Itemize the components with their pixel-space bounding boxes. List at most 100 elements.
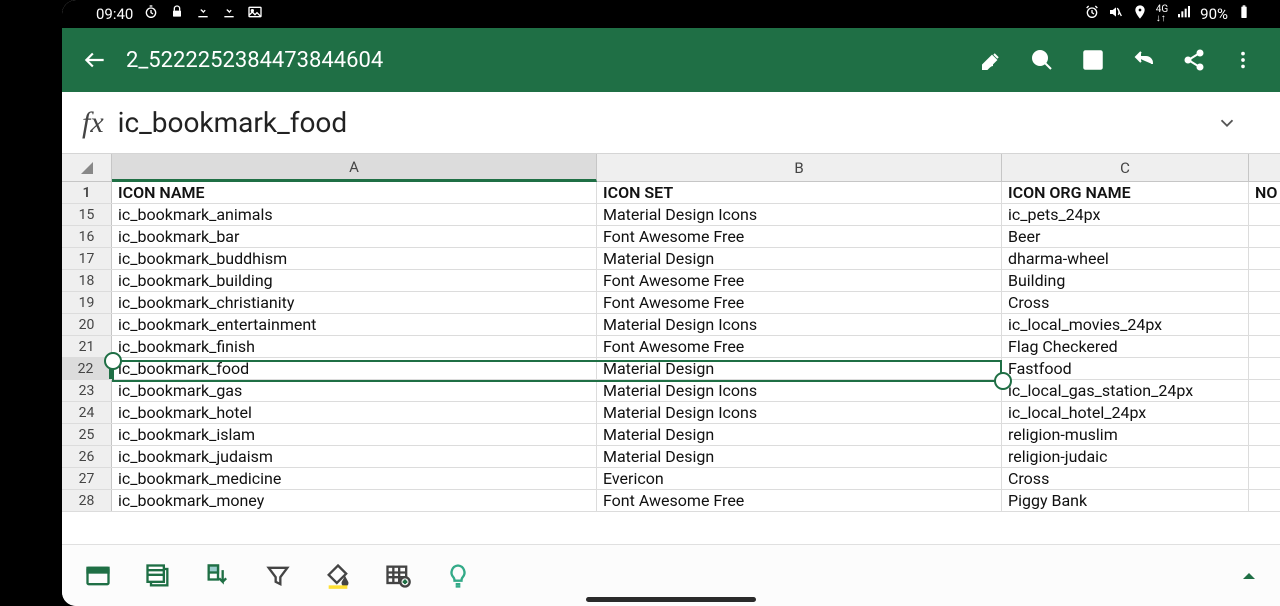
row-num[interactable]: 20 [62, 314, 112, 335]
row-num[interactable]: 28 [62, 490, 112, 511]
table-row[interactable]: 27ic_bookmark_medicineEvericonCross [62, 468, 1280, 490]
table-row[interactable]: 19ic_bookmark_christianityFont Awesome F… [62, 292, 1280, 314]
cell[interactable]: ic_bookmark_christianity [112, 292, 597, 313]
draw-button[interactable] [980, 48, 1004, 72]
home-indicator[interactable] [586, 597, 756, 602]
row-num[interactable]: 24 [62, 402, 112, 423]
table-row[interactable]: 26ic_bookmark_judaismMaterial Designreli… [62, 446, 1280, 468]
save-button[interactable] [1080, 47, 1106, 73]
spreadsheet-grid[interactable]: A B C 1 ICON NAME ICON SET ICON ORG NAME… [62, 154, 1280, 544]
cell[interactable] [1249, 380, 1280, 401]
row-num[interactable]: 17 [62, 248, 112, 269]
more-button[interactable] [1232, 49, 1254, 71]
table-row[interactable]: 17ic_bookmark_buddhismMaterial Designdha… [62, 248, 1280, 270]
formula-value[interactable]: ic_bookmark_food [118, 106, 1216, 139]
selection-handle-bottom-right[interactable] [994, 372, 1012, 390]
table-row[interactable]: 24ic_bookmark_hotelMaterial Design Icons… [62, 402, 1280, 424]
table-row[interactable]: 25ic_bookmark_islamMaterial Designreligi… [62, 424, 1280, 446]
cell[interactable] [1249, 446, 1280, 467]
header-cell[interactable]: ICON ORG NAME [1002, 182, 1249, 203]
cell[interactable] [1249, 292, 1280, 313]
cell[interactable]: Font Awesome Free [597, 270, 1002, 291]
cell[interactable] [1249, 358, 1280, 379]
row-num[interactable]: 27 [62, 468, 112, 489]
col-header-b[interactable]: B [597, 154, 1002, 181]
cell[interactable]: ic_bookmark_food [112, 358, 597, 379]
cell[interactable]: Evericon [597, 468, 1002, 489]
col-header-c[interactable]: C [1002, 154, 1249, 181]
fx-label[interactable]: fx [74, 106, 118, 140]
insert-table-button[interactable] [384, 562, 412, 590]
cell[interactable]: ic_bookmark_entertainment [112, 314, 597, 335]
undo-button[interactable] [1132, 48, 1156, 72]
sort-button[interactable] [204, 562, 232, 590]
cell[interactable] [1249, 314, 1280, 335]
cell[interactable]: Building [1002, 270, 1249, 291]
table-row[interactable]: 18ic_bookmark_buildingFont Awesome FreeB… [62, 270, 1280, 292]
header-cell[interactable]: ICON SET [597, 182, 1002, 203]
cell[interactable]: Material Design [597, 358, 1002, 379]
cell[interactable] [1249, 226, 1280, 247]
ideas-button[interactable] [444, 562, 472, 590]
cell[interactable]: Fastfood [1002, 358, 1249, 379]
cell[interactable]: ic_bookmark_animals [112, 204, 597, 225]
back-button[interactable] [82, 47, 108, 73]
cell[interactable]: ic_pets_24px [1002, 204, 1249, 225]
cell[interactable] [1249, 248, 1280, 269]
table-row[interactable]: 20ic_bookmark_entertainmentMaterial Desi… [62, 314, 1280, 336]
cell[interactable]: Material Design [597, 424, 1002, 445]
cell[interactable]: Font Awesome Free [597, 292, 1002, 313]
cell[interactable]: dharma-wheel [1002, 248, 1249, 269]
cell[interactable]: Font Awesome Free [597, 336, 1002, 357]
sheet-view-button[interactable] [84, 562, 112, 590]
cell[interactable]: ic_local_movies_24px [1002, 314, 1249, 335]
cell[interactable]: ic_local_gas_station_24px [1002, 380, 1249, 401]
table-row[interactable]: 15ic_bookmark_animalsMaterial Design Ico… [62, 204, 1280, 226]
cell[interactable]: ic_bookmark_finish [112, 336, 597, 357]
cell[interactable]: Flag Checkered [1002, 336, 1249, 357]
cell[interactable]: ic_bookmark_judaism [112, 446, 597, 467]
document-title[interactable]: 2_5222252384473844604 [126, 48, 962, 73]
row-num[interactable]: 15 [62, 204, 112, 225]
row-num[interactable]: 25 [62, 424, 112, 445]
fill-color-button[interactable] [324, 562, 352, 590]
cell[interactable]: Material Design Icons [597, 204, 1002, 225]
row-num[interactable]: 19 [62, 292, 112, 313]
card-view-button[interactable] [144, 562, 172, 590]
expand-formula-button[interactable] [1216, 112, 1268, 134]
cell[interactable]: religion-judaic [1002, 446, 1249, 467]
cell[interactable]: Material Design Icons [597, 314, 1002, 335]
row-num[interactable]: 21 [62, 336, 112, 357]
cell[interactable]: ic_bookmark_building [112, 270, 597, 291]
select-all-corner[interactable] [62, 154, 112, 181]
row-num[interactable]: 23 [62, 380, 112, 401]
cell[interactable] [1249, 204, 1280, 225]
cell[interactable]: ic_bookmark_gas [112, 380, 597, 401]
header-cell[interactable]: NO [1249, 182, 1280, 203]
table-header-row[interactable]: 1 ICON NAME ICON SET ICON ORG NAME NO [62, 182, 1280, 204]
header-cell[interactable]: ICON NAME [112, 182, 597, 203]
share-button[interactable] [1182, 48, 1206, 72]
cell[interactable]: ic_bookmark_islam [112, 424, 597, 445]
cell[interactable]: ic_bookmark_hotel [112, 402, 597, 423]
table-row[interactable]: 23ic_bookmark_gasMaterial Design Iconsic… [62, 380, 1280, 402]
table-row[interactable]: 28ic_bookmark_moneyFont Awesome FreePigg… [62, 490, 1280, 512]
cell[interactable] [1249, 270, 1280, 291]
cell[interactable]: religion-muslim [1002, 424, 1249, 445]
cell[interactable] [1249, 336, 1280, 357]
cell[interactable]: Cross [1002, 292, 1249, 313]
cell[interactable]: Material Design Icons [597, 402, 1002, 423]
row-num[interactable]: 18 [62, 270, 112, 291]
cell[interactable]: ic_bookmark_buddhism [112, 248, 597, 269]
cell[interactable]: Material Design [597, 446, 1002, 467]
cell[interactable]: Font Awesome Free [597, 226, 1002, 247]
cell[interactable]: ic_bookmark_medicine [112, 468, 597, 489]
collapse-toolbar-button[interactable] [1240, 567, 1258, 585]
row-num[interactable]: 26 [62, 446, 112, 467]
cell[interactable] [1249, 424, 1280, 445]
col-header-a[interactable]: A [112, 154, 597, 182]
filter-button[interactable] [264, 562, 292, 590]
col-header-d[interactable] [1249, 154, 1280, 181]
table-row[interactable]: 21ic_bookmark_finishFont Awesome FreeFla… [62, 336, 1280, 358]
cell[interactable]: ic_local_hotel_24px [1002, 402, 1249, 423]
